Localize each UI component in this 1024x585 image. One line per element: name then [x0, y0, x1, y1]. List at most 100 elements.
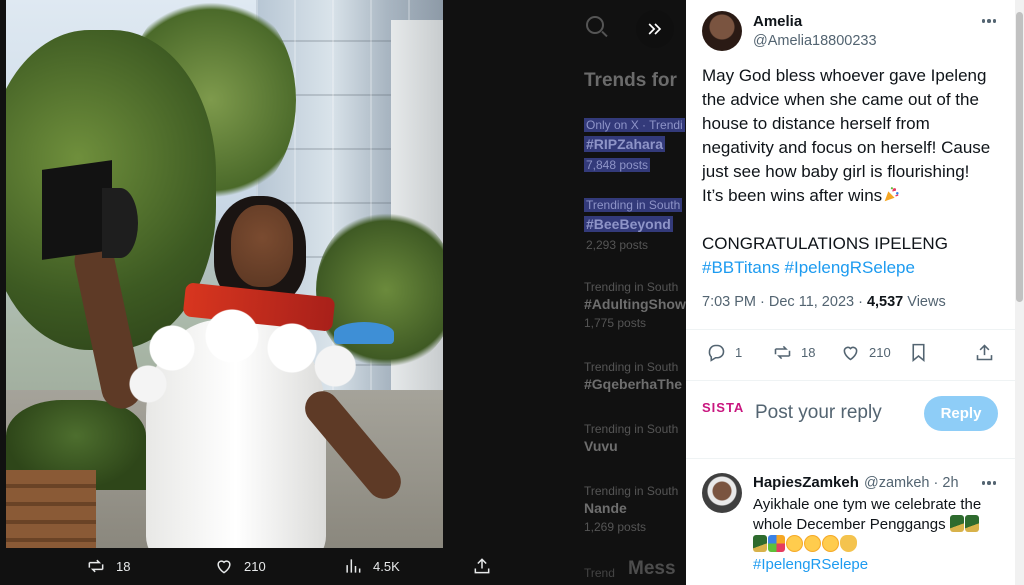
- reply-user-handle[interactable]: @zamkeh · 2h: [864, 475, 959, 491]
- retweet-icon: [88, 559, 104, 573]
- trend-context: Trending in South: [584, 198, 683, 212]
- current-user-avatar[interactable]: SISTA: [702, 400, 743, 422]
- champagne-icon: [964, 515, 979, 532]
- tweet-line-last: It’s been wins after wins: [702, 184, 1002, 208]
- media-viewer: Trends for Only on X · Trendi #RIPZahara…: [0, 0, 686, 585]
- reply-count: 1: [735, 345, 743, 360]
- trend-item: Trending in South Vuvu: [584, 422, 678, 454]
- tweet-line: May God bless whoever gave Ipeleng: [702, 66, 987, 85]
- trend-item: Trending in South #AdultingShow 1,775 po…: [584, 280, 686, 330]
- background-trends-panel: Trends for Only on X · Trendi #RIPZahara…: [578, 0, 686, 585]
- champagne-icon: [753, 535, 767, 552]
- tweet-timestamp[interactable]: 7:03 PM · Dec 11, 2023 ·: [702, 294, 867, 310]
- media-action-bar: 18 210 4.5K: [0, 548, 578, 585]
- views-chart-icon: [346, 559, 361, 573]
- reply-icon: [708, 344, 725, 362]
- reply-text: Ayikhale one tym we celebrate the whole …: [753, 496, 982, 533]
- trend-item: Only on X · Trendi #RIPZahara 7,848 post…: [584, 116, 685, 174]
- trend-tag: Vuvu: [584, 438, 618, 454]
- tweet-text: May God bless whoever gave Ipeleng the a…: [702, 64, 1002, 280]
- trend-context: Trending in South: [584, 484, 679, 498]
- like-button[interactable]: 210: [840, 342, 891, 363]
- scrollbar[interactable]: [1015, 0, 1024, 585]
- reply-button[interactable]: Reply: [924, 396, 998, 431]
- more-dot-icon: [992, 481, 997, 485]
- bookmark-button[interactable]: [908, 342, 929, 363]
- trend-context: Trending in South: [584, 280, 679, 294]
- more-dot-icon: [992, 19, 997, 23]
- trend-count: 1,775 posts: [584, 316, 647, 330]
- retweet-count: 18: [801, 345, 816, 360]
- tweet-line: just see how baby girl is flourishing!: [702, 162, 970, 181]
- trend-tag: #RIPZahara: [584, 136, 666, 152]
- messages-label: Mess: [628, 558, 676, 579]
- author-avatar[interactable]: [702, 11, 742, 51]
- tweet-line: the advice when she came out of the: [702, 90, 979, 109]
- more-dot-icon: [981, 19, 986, 23]
- trend-label: Trend: [584, 566, 615, 580]
- reply-avatar[interactable]: [702, 473, 742, 513]
- views-label: Views: [903, 294, 946, 310]
- divider: [686, 329, 1015, 330]
- tweet-line: negativity and focus on herself! Cause: [702, 138, 991, 157]
- party-popper-icon: [768, 535, 785, 552]
- double-chevron-right-icon: [648, 23, 662, 35]
- bookmark-icon: [912, 343, 925, 363]
- trend-count: 1,269 posts: [584, 520, 647, 534]
- expand-button[interactable]: [636, 10, 674, 48]
- trend-item: Trending in South #BeeBeyond 2,293 posts: [584, 196, 683, 254]
- share-icon: [976, 344, 993, 361]
- trend-count: 7,848 posts: [584, 158, 651, 172]
- retweet-button[interactable]: 18: [772, 342, 815, 363]
- reply-text-block: Ayikhale one tym we celebrate the whole …: [753, 495, 998, 575]
- author-handle[interactable]: @Amelia18800233: [753, 33, 877, 49]
- views-count: 4,537: [866, 294, 904, 310]
- tweet-detail-panel: Amelia @Amelia18800233 May God bless who…: [686, 0, 1024, 585]
- trend-item: Trending in South Nande 1,269 posts: [584, 484, 678, 534]
- more-options-button[interactable]: [978, 12, 1000, 30]
- tweet-line: It’s been wins after wins: [702, 186, 883, 205]
- reply-composer: SISTA Post your reply Reply: [686, 386, 1015, 440]
- heart-icon: [217, 560, 231, 574]
- trend-item: Trending in South #GqeberhaThe: [584, 360, 682, 392]
- trend-tag: #AdultingShow: [584, 296, 686, 312]
- clapping-hands-icon: [840, 535, 857, 552]
- search-icon: [586, 16, 604, 34]
- share-icon: [474, 558, 490, 574]
- trend-tag: #GqeberhaThe: [584, 376, 683, 392]
- tweet-meta: 7:03 PM · Dec 11, 2023 · 4,537 Views: [702, 294, 946, 310]
- divider: [686, 380, 1015, 381]
- like-count: 210: [869, 345, 891, 360]
- reply-input[interactable]: Post your reply: [755, 402, 882, 424]
- more-dot-icon: [987, 19, 991, 23]
- reply-more-button[interactable]: [978, 474, 1000, 492]
- tweet-photo[interactable]: [6, 0, 443, 548]
- trends-title: Trends for: [584, 70, 677, 91]
- trend-tag: #BeeBeyond: [584, 216, 673, 232]
- media-views-button[interactable]: 4.5K: [343, 556, 400, 576]
- champagne-icon: [949, 515, 964, 532]
- tweet-congrats: CONGRATULATIONS IPELENG: [702, 234, 948, 253]
- more-dot-icon: [987, 481, 991, 485]
- reply-tweet[interactable]: HapiesZamkeh @zamkeh · 2h Ayikhale one t…: [686, 464, 1015, 585]
- reply-user-name[interactable]: HapiesZamkeh: [753, 474, 859, 491]
- author-name[interactable]: Amelia: [753, 13, 802, 30]
- media-like-count: 210: [244, 558, 266, 574]
- kiss-face-icon: [822, 535, 839, 552]
- media-share-button[interactable]: [472, 556, 492, 576]
- trend-context: Trending in South: [584, 422, 679, 436]
- scrollbar-thumb[interactable]: [1016, 12, 1023, 302]
- media-retweet-button[interactable]: 18: [86, 556, 130, 576]
- trend-context: Only on X · Trendi: [584, 118, 685, 132]
- tweet-hashtags[interactable]: #BBTitans #IpelengRSelepe: [702, 256, 1002, 280]
- trend-context: Trending in South: [584, 360, 679, 374]
- tweet-stats-bar: 1 18 210: [702, 342, 1002, 366]
- reply-count-button[interactable]: 1: [706, 342, 742, 363]
- heart-icon: [843, 346, 858, 361]
- trend-count: 2,293 posts: [586, 238, 649, 252]
- share-button[interactable]: [974, 342, 995, 363]
- media-views-count: 4.5K: [373, 558, 400, 574]
- reply-hashtag[interactable]: #IpelengRSelepe: [753, 556, 868, 573]
- media-like-button[interactable]: 210: [214, 556, 266, 576]
- retweet-icon: [774, 345, 791, 360]
